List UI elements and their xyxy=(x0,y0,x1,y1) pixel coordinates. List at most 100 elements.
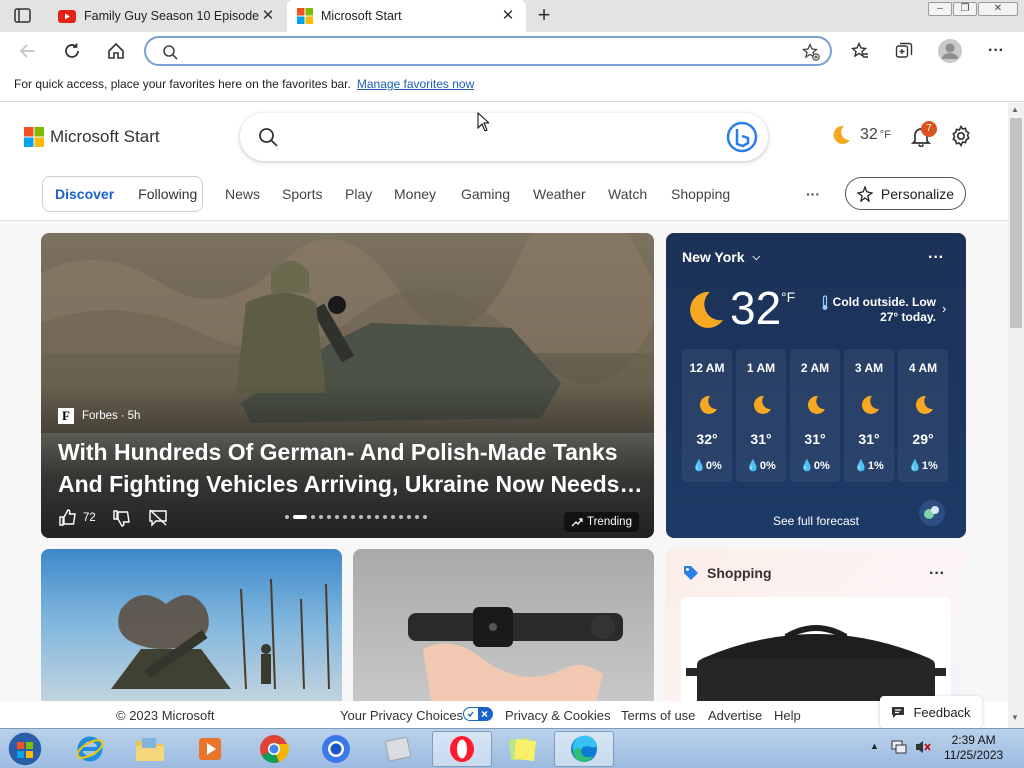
weather-map-icon[interactable] xyxy=(918,499,946,527)
app-window-icon[interactable] xyxy=(368,731,428,767)
nav-gaming[interactable]: Gaming xyxy=(461,186,510,202)
more-options-icon[interactable]: ··· xyxy=(928,249,944,267)
tab-microsoft-start[interactable]: Microsoft Start ✕ xyxy=(287,0,526,32)
nav-news[interactable]: News xyxy=(225,186,260,202)
chrome-alt-icon[interactable] xyxy=(306,731,366,767)
terms-link[interactable]: Terms of use xyxy=(621,708,695,723)
opera-icon[interactable] xyxy=(432,731,492,767)
carousel-dot[interactable] xyxy=(399,515,403,519)
story-card-artillery[interactable] xyxy=(41,549,342,701)
profile-avatar[interactable] xyxy=(936,38,964,64)
hero-story-card[interactable]: F Forbes · 5h With Hundreds Of German- A… xyxy=(41,233,654,538)
sticky-notes-icon[interactable] xyxy=(492,731,552,767)
carousel-dot[interactable] xyxy=(319,515,323,519)
hourly-forecast-2am[interactable]: 2 AM 31° 💧0% xyxy=(790,349,840,482)
favorites-button[interactable] xyxy=(846,38,874,64)
add-favorite-icon[interactable] xyxy=(802,43,820,61)
nav-sports[interactable]: Sports xyxy=(282,186,322,202)
carousel-dot[interactable] xyxy=(285,515,289,519)
privacy-cookies-link[interactable]: Privacy & Cookies xyxy=(505,708,610,723)
settings-more-button[interactable]: ··· xyxy=(982,38,1010,64)
carousel-dot[interactable] xyxy=(327,515,331,519)
advertise-link[interactable]: Advertise xyxy=(708,708,762,723)
close-tab-icon[interactable]: ✕ xyxy=(500,8,516,24)
address-bar[interactable] xyxy=(144,36,832,66)
nav-shopping[interactable]: Shopping xyxy=(671,186,730,202)
carousel-dot[interactable] xyxy=(367,515,371,519)
gear-icon[interactable] xyxy=(950,125,972,147)
hide-story-icon[interactable] xyxy=(148,509,168,527)
home-button[interactable] xyxy=(102,38,130,64)
carousel-dots[interactable] xyxy=(285,515,431,519)
back-button[interactable] xyxy=(14,38,42,64)
start-button[interactable] xyxy=(6,730,44,768)
personalize-button[interactable]: Personalize xyxy=(845,177,966,210)
file-explorer-icon[interactable] xyxy=(120,731,180,767)
minimize-button[interactable]: – xyxy=(928,2,952,16)
refresh-button[interactable] xyxy=(58,38,86,64)
tab-actions-icon[interactable] xyxy=(14,8,32,24)
address-input[interactable] xyxy=(186,42,766,62)
carousel-dot[interactable] xyxy=(351,515,355,519)
hourly-forecast-4am[interactable]: 4 AM 29° 💧1% xyxy=(898,349,948,482)
microsoft-start-logo[interactable]: Microsoft Start xyxy=(24,127,160,147)
carousel-dot[interactable] xyxy=(293,515,307,519)
tab-family-guy[interactable]: Family Guy Season 10 Episode 4 ✕ xyxy=(48,0,286,32)
more-options-icon[interactable]: ··· xyxy=(929,565,945,583)
carousel-dot[interactable] xyxy=(311,515,315,519)
hourly-forecast-1am[interactable]: 1 AM 31° 💧0% xyxy=(736,349,786,482)
volume-muted-icon[interactable] xyxy=(914,739,932,755)
nav-watch[interactable]: Watch xyxy=(608,186,647,202)
web-search-box[interactable] xyxy=(240,113,768,161)
carousel-dot[interactable] xyxy=(335,515,339,519)
weather-card[interactable]: New York ⌵ ··· 32 °F Cold outside. Low 2… xyxy=(666,233,966,538)
network-icon[interactable] xyxy=(890,739,908,755)
nav-weather[interactable]: Weather xyxy=(533,186,586,202)
media-player-icon[interactable] xyxy=(180,731,240,767)
internet-explorer-icon[interactable] xyxy=(60,731,120,767)
thumbs-up-icon[interactable] xyxy=(58,508,78,528)
story-source[interactable]: F Forbes · 5h xyxy=(58,408,140,424)
close-tab-icon[interactable]: ✕ xyxy=(260,8,276,24)
tab-discover[interactable]: Discover xyxy=(55,186,114,202)
chrome-icon[interactable] xyxy=(244,731,304,767)
carousel-dot[interactable] xyxy=(375,515,379,519)
carousel-dot[interactable] xyxy=(383,515,387,519)
carousel-dot[interactable] xyxy=(391,515,395,519)
nav-money[interactable]: Money xyxy=(394,186,436,202)
scroll-down-arrow[interactable]: ▼ xyxy=(1011,713,1019,722)
privacy-choices-link[interactable]: Your Privacy Choices xyxy=(340,708,463,723)
weather-location[interactable]: New York ⌵ xyxy=(682,249,760,265)
nav-more-button[interactable]: ··· xyxy=(806,186,820,202)
feedback-button[interactable]: Feedback xyxy=(880,696,982,728)
carousel-dot[interactable] xyxy=(359,515,363,519)
scroll-up-arrow[interactable]: ▲ xyxy=(1011,105,1019,114)
new-tab-button[interactable]: + xyxy=(533,4,555,26)
help-link[interactable]: Help xyxy=(774,708,801,723)
bing-chat-icon[interactable] xyxy=(726,121,758,153)
carousel-dot[interactable] xyxy=(343,515,347,519)
thumbs-down-icon[interactable] xyxy=(112,508,132,528)
edge-icon[interactable] xyxy=(554,731,614,767)
show-hidden-icons-button[interactable]: ▲ xyxy=(870,741,879,751)
system-clock[interactable]: 2:39 AM 11/25/2023 xyxy=(944,733,1003,763)
story-card-tripod[interactable] xyxy=(353,549,654,701)
scrollbar-thumb[interactable] xyxy=(1010,118,1022,328)
hourly-forecast-12am[interactable]: 12 AM 32° 💧0% xyxy=(682,349,732,482)
chevron-right-icon[interactable]: › xyxy=(942,301,946,316)
carousel-dot[interactable] xyxy=(423,515,427,519)
shopping-card[interactable]: Shopping ··· xyxy=(665,549,966,701)
nav-play[interactable]: Play xyxy=(345,186,372,202)
hero-headline[interactable]: With Hundreds Of German- And Polish-Made… xyxy=(58,436,648,500)
carousel-dot[interactable] xyxy=(407,515,411,519)
collections-button[interactable] xyxy=(890,38,918,64)
header-weather[interactable]: 32 °F xyxy=(828,123,891,147)
carousel-dot[interactable] xyxy=(415,515,419,519)
search-input[interactable] xyxy=(290,125,710,149)
temp-unit: °F xyxy=(781,289,796,305)
tab-following[interactable]: Following xyxy=(138,186,197,202)
manage-favorites-link[interactable]: Manage favorites now xyxy=(357,77,474,91)
maximize-button[interactable]: ❐ xyxy=(953,2,977,16)
close-window-button[interactable]: ✕ xyxy=(978,2,1018,16)
hourly-forecast-3am[interactable]: 3 AM 31° 💧1% xyxy=(844,349,894,482)
